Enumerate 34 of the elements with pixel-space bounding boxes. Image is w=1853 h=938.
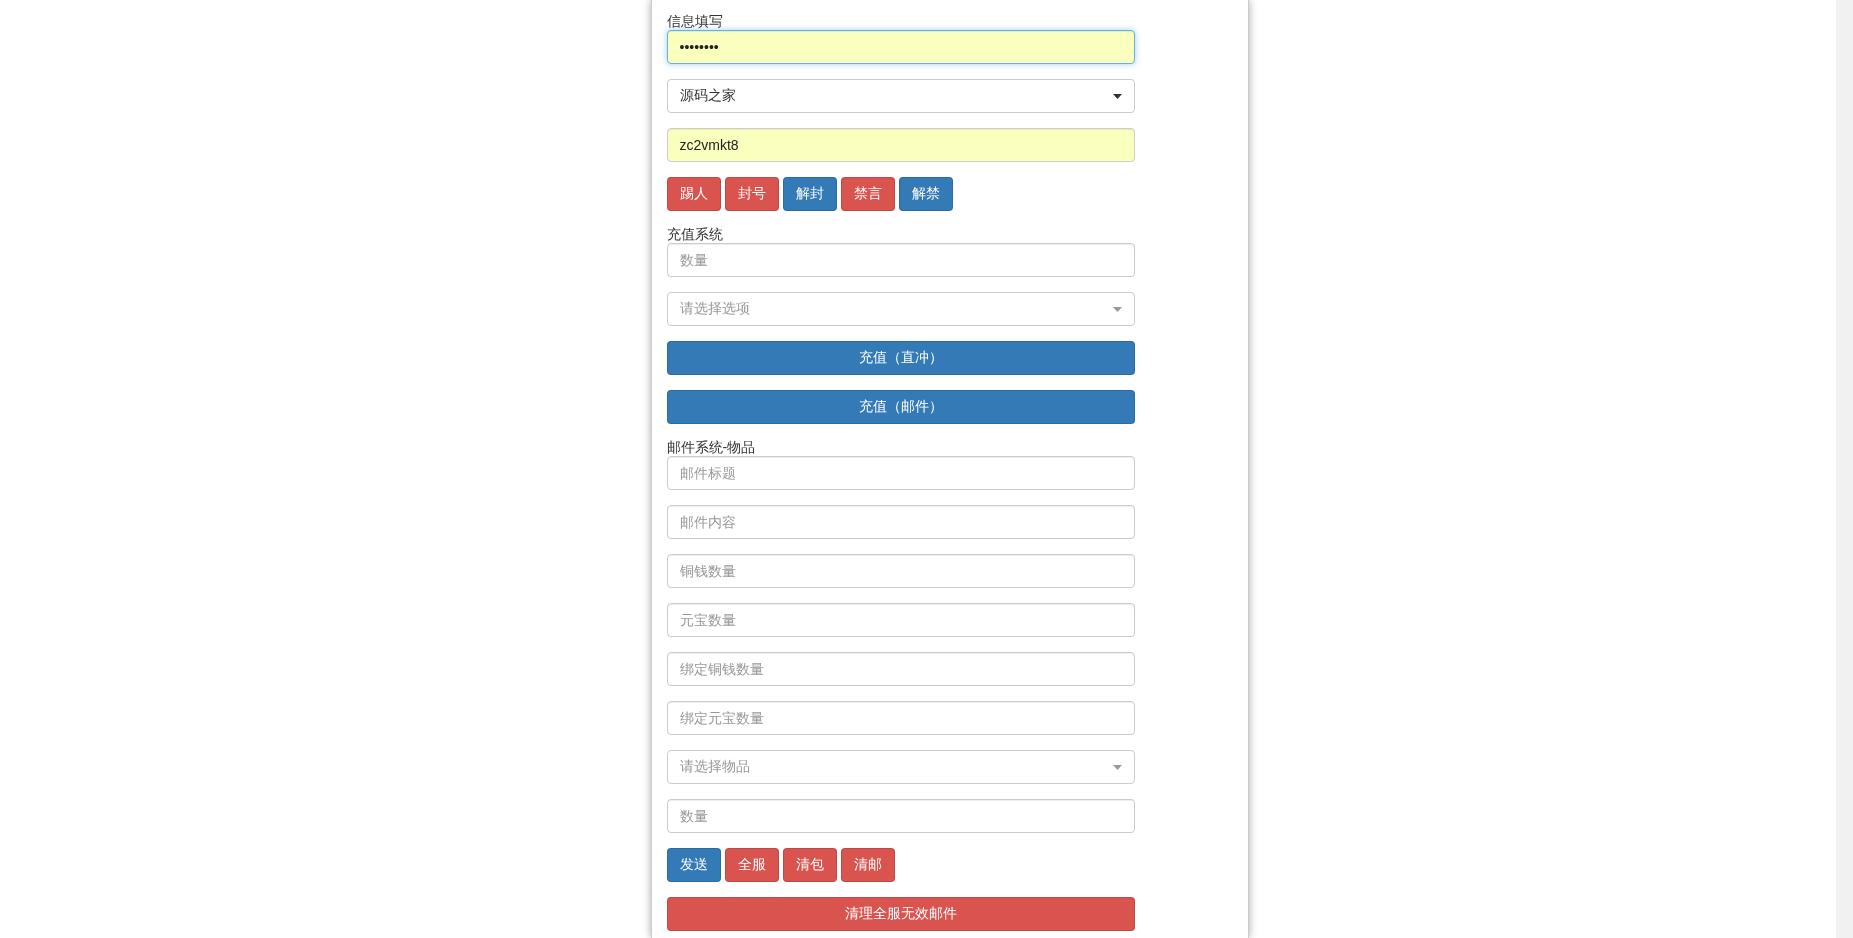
input-field[interactable]: 绑定铜钱数量 bbox=[666, 652, 1135, 686]
select-value: 源码之家 bbox=[679, 87, 736, 105]
caret-icon bbox=[1112, 306, 1122, 312]
placeholder-text: 请选择物品 bbox=[679, 758, 750, 776]
select-field[interactable]: 请选择选项 bbox=[666, 292, 1135, 326]
input-field[interactable]: •••••••• bbox=[666, 30, 1135, 64]
input-field[interactable]: 邮件标题 bbox=[666, 456, 1135, 490]
caret-icon bbox=[1112, 764, 1122, 770]
action-button[interactable]: 清理全服无效邮件 bbox=[666, 897, 1135, 931]
action-button[interactable]: 解封 bbox=[782, 177, 837, 211]
input-field[interactable]: 数量 bbox=[666, 243, 1135, 277]
action-button[interactable]: 清邮 bbox=[840, 848, 895, 882]
section-label: 充值系统 bbox=[666, 226, 724, 243]
section-label: 信息填写 bbox=[666, 13, 724, 30]
input-field[interactable]: 绑定元宝数量 bbox=[666, 701, 1135, 735]
action-button[interactable]: 封号 bbox=[724, 177, 779, 211]
input-field[interactable]: 元宝数量 bbox=[666, 603, 1135, 637]
action-button[interactable]: 全服 bbox=[724, 848, 779, 882]
input-field[interactable]: 数量 bbox=[666, 799, 1135, 833]
action-button[interactable]: 发送 bbox=[666, 848, 721, 882]
input-field[interactable]: 铜钱数量 bbox=[666, 554, 1135, 588]
action-button[interactable]: 禁言 bbox=[840, 177, 895, 211]
input-field[interactable]: 邮件内容 bbox=[666, 505, 1135, 539]
action-button[interactable]: 踢人 bbox=[666, 177, 721, 211]
action-button[interactable]: 充值（直冲） bbox=[666, 341, 1135, 375]
placeholder-text: 请选择选项 bbox=[679, 300, 750, 318]
input-field[interactable]: zc2vmkt8 bbox=[666, 128, 1135, 162]
select-field[interactable]: 请选择物品 bbox=[666, 750, 1135, 784]
action-button[interactable]: 充值（邮件） bbox=[666, 390, 1135, 424]
action-button[interactable]: 清包 bbox=[782, 848, 837, 882]
select-field[interactable]: 源码之家 bbox=[666, 79, 1135, 113]
section-label: 邮件系统-物品 bbox=[666, 439, 757, 456]
caret-icon bbox=[1112, 93, 1122, 99]
action-button[interactable]: 解禁 bbox=[898, 177, 953, 211]
